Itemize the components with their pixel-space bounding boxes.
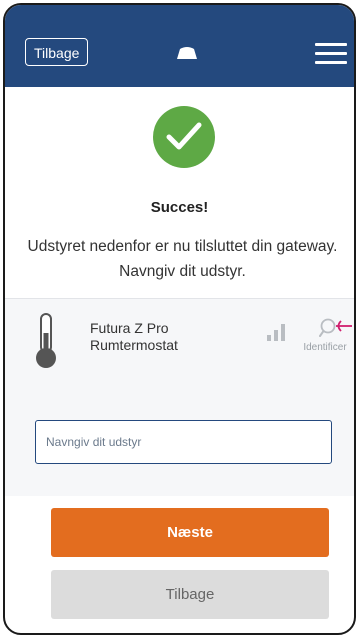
device-panel: Futura Z Pro Rumtermostat Identificer (5, 298, 354, 496)
device-name: Futura Z Pro Rumtermostat (90, 320, 178, 353)
identify-label: Identificer (303, 342, 347, 353)
back-button[interactable]: Tilbage (51, 570, 329, 619)
signal-strength-icon (267, 324, 285, 341)
success-message: Udstyret nedenfor er nu tilsluttet din g… (27, 238, 338, 280)
search-icon (319, 318, 352, 337)
header-back-button[interactable]: Tilbage (25, 38, 89, 66)
thermometer-icon (36, 313, 56, 368)
gateway-icon (177, 47, 197, 59)
phone-frame: Tilbage Succes! Udstyret nedenfor er nu … (3, 3, 356, 635)
app-header: Tilbage (5, 5, 354, 87)
success-title: Succes! (150, 199, 209, 216)
checkmark-icon (153, 106, 215, 168)
device-name-input[interactable] (35, 420, 332, 464)
hamburger-menu-icon[interactable] (315, 43, 347, 65)
identify-button[interactable]: Identificer (301, 317, 353, 387)
next-button[interactable]: Næste (51, 508, 329, 557)
